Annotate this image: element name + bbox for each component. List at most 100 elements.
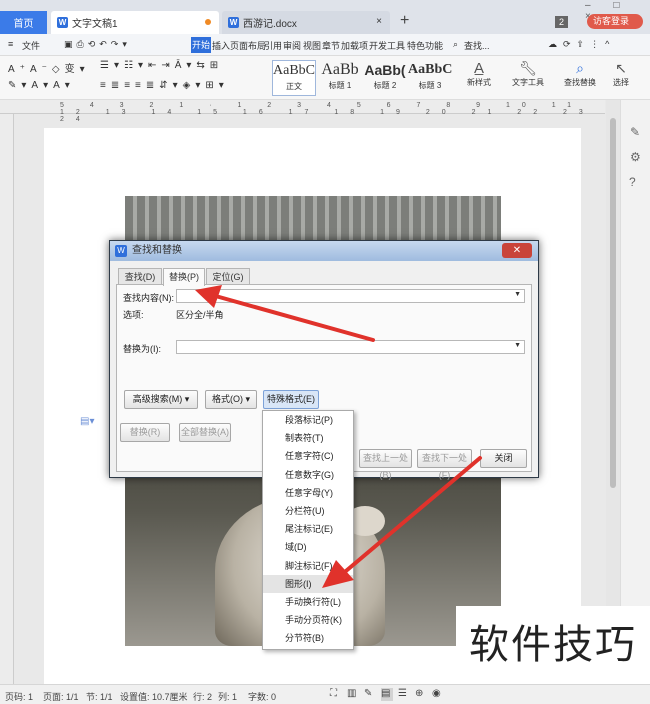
style-normal[interactable]: AaBbCc 正文	[272, 60, 316, 96]
list-icons[interactable]: ☰▾☷▾⇤⇥Ā▾⇆⊞	[100, 60, 223, 71]
find-label: 查找内容(N):	[123, 293, 174, 303]
menu-item-footnote[interactable]: 脚注标记(F)	[263, 557, 353, 575]
page-view-icon[interactable]: ▤	[381, 688, 393, 701]
vertical-scrollbar[interactable]	[606, 100, 620, 684]
tab-find[interactable]: 查找(D)	[118, 268, 162, 285]
status-setting: 设置值: 10.7厘米	[120, 692, 188, 702]
new-tab-icon[interactable]: +	[400, 12, 409, 30]
tab-replace[interactable]: 替换(P)	[163, 268, 205, 286]
quick-access-icons[interactable]: ▣⎙⟲↶↷▾	[64, 39, 131, 50]
font-color-icons[interactable]: ✎▾A▾A▾	[8, 80, 75, 91]
format-button[interactable]: 格式(O) ▾	[205, 390, 257, 409]
tab-document-1[interactable]: W 文字文稿1	[51, 11, 219, 34]
options-value: 区分全/半角	[176, 310, 224, 320]
options-label: 选项:	[123, 310, 144, 320]
menu-item-field[interactable]: 域(D)	[263, 538, 353, 556]
menu-item-endnote[interactable]: 尾注标记(E)	[263, 520, 353, 538]
style-heading-2[interactable]: AaBb( 标题 2	[363, 60, 407, 96]
menu-file[interactable]: 文件	[22, 39, 40, 52]
tab-goto[interactable]: 定位(G)	[206, 268, 250, 285]
style-name: 标题 2	[373, 81, 397, 90]
menu-features[interactable]: 特色功能	[407, 39, 443, 52]
menu-item-any-char[interactable]: 任意字符(C)	[263, 447, 353, 465]
menu-insert[interactable]: 插入	[212, 39, 230, 52]
find-input[interactable]: ▼	[176, 289, 525, 303]
align-icons[interactable]: ≡≣≡≡≣⇵▾◈▾⊞▾	[100, 80, 229, 91]
style-name: 标题 1	[328, 81, 352, 90]
format-label: 格式(O)	[211, 394, 243, 404]
style-name: 正文	[286, 82, 302, 91]
horizontal-ruler[interactable]: 5 4 3 2 1 · 1 2 3 4 5 6 7 8 9 10 11 12 1…	[0, 100, 605, 123]
find-previous-button[interactable]: 查找上一处(B)	[359, 449, 412, 480]
replace-button[interactable]: 替换(R)	[120, 423, 170, 442]
replace-input[interactable]: ▼	[176, 340, 525, 354]
tab-document-1-label: 文字文稿1	[72, 19, 118, 30]
select-label: 选择	[613, 78, 629, 87]
replace-all-button[interactable]: 全部替换(A)	[179, 423, 231, 442]
writer-icon: W	[57, 17, 68, 28]
layout-icon[interactable]: ▥	[347, 688, 359, 701]
menu-item-any-digit[interactable]: 任意数字(G)	[263, 466, 353, 484]
unsaved-dot-icon	[205, 19, 211, 25]
window-count-badge[interactable]: 2	[555, 16, 568, 28]
style-sample: AaBbCc	[273, 63, 315, 78]
dialog-close-icon[interactable]: ✕	[502, 243, 532, 258]
status-section: 节: 1/1	[86, 692, 113, 702]
vertical-ruler[interactable]	[0, 114, 14, 684]
menu-view[interactable]: 视图	[303, 39, 321, 52]
menu-item-paragraph-mark[interactable]: 段落标记(P)	[263, 411, 353, 429]
visitor-login-button[interactable]: 访客登录	[587, 14, 644, 29]
menu-search[interactable]: 查找...	[464, 39, 490, 52]
menu-references[interactable]: 引用	[264, 39, 282, 52]
menu-item-section-break[interactable]: 分节符(B)	[263, 629, 353, 647]
select-button[interactable]: ↖ 选择	[606, 60, 636, 88]
special-format-button[interactable]: 特殊格式(E) ▾	[263, 390, 319, 421]
chevron-down-icon[interactable]: ▼	[514, 342, 521, 349]
dialog-titlebar[interactable]: W 查找和替换 ✕	[110, 241, 538, 261]
style-heading-1[interactable]: AaBb 标题 1	[318, 60, 362, 96]
new-style-button[interactable]: A̲ 新样式	[464, 60, 494, 88]
menu-review[interactable]: 审阅	[283, 39, 301, 52]
menu-item-page-break[interactable]: 手动分页符(K)	[263, 611, 353, 629]
find-next-button[interactable]: 查找下一处(F)	[417, 449, 472, 480]
scrollbar-thumb[interactable]	[610, 118, 616, 488]
settings-icon[interactable]: ⚙	[630, 150, 641, 164]
replace-label: 替换为(I):	[123, 344, 161, 354]
menu-page-layout[interactable]: 页面布局	[230, 39, 266, 52]
watermark-text: 软件技巧	[456, 606, 650, 684]
close-button[interactable]: 关闭	[480, 449, 527, 468]
menu-item-any-letter[interactable]: 任意字母(Y)	[263, 484, 353, 502]
text-tools-button[interactable]: 🔧︎ 文字工具	[508, 60, 548, 88]
close-tab-icon[interactable]: ×	[376, 16, 382, 27]
menu-item-graphic[interactable]: 图形(I)	[263, 574, 353, 593]
menu-item-line-break[interactable]: 手动换行符(L)	[263, 593, 353, 611]
advanced-search-button[interactable]: 高级搜索(M) ▾	[124, 390, 198, 409]
outline-icon[interactable]: ☰	[398, 688, 410, 701]
menu-item-tab[interactable]: 制表符(T)	[263, 429, 353, 447]
tab-document-2[interactable]: W 西游记.docx ×	[222, 11, 390, 34]
special-format-label: 特殊格式(E)	[267, 394, 315, 404]
help-icon[interactable]: ?	[629, 175, 636, 189]
web-view-icon[interactable]: ⊕	[415, 688, 427, 701]
new-style-icon: A̲	[473, 60, 484, 77]
font-size-icons[interactable]: A⁺A⁻◇变▾	[8, 60, 90, 75]
pen-icon[interactable]: ✎	[364, 688, 376, 701]
hamburger-icon[interactable]: ≡	[8, 39, 13, 49]
tab-home[interactable]: 首页	[0, 11, 47, 34]
find-replace-button[interactable]: ⌕ 查找替换	[560, 60, 600, 88]
edit-icon[interactable]: ✎	[630, 125, 640, 139]
writer-icon: W	[115, 245, 127, 257]
reading-mode-icon[interactable]: ◉	[432, 688, 444, 701]
style-heading-3[interactable]: AaBbCc 标题 3	[408, 60, 452, 96]
paragraph-handle-icon[interactable]: ▤▾	[80, 416, 94, 427]
search-icon[interactable]: ⌕	[453, 39, 458, 50]
focus-mode-icon[interactable]: ⛶	[330, 688, 342, 701]
menu-start[interactable]: 开始	[191, 37, 211, 53]
menu-developer[interactable]: 开发工具	[369, 39, 405, 52]
menu-item-column-break[interactable]: 分栏符(U)	[263, 502, 353, 520]
tab-home-label: 首页	[13, 19, 34, 30]
menu-addins[interactable]: 加载项	[341, 39, 368, 52]
menu-section[interactable]: 章节	[322, 39, 340, 52]
cloud-share-icons[interactable]: ☁⟳⇪⋮^	[548, 39, 615, 50]
chevron-down-icon[interactable]: ▼	[514, 291, 521, 298]
